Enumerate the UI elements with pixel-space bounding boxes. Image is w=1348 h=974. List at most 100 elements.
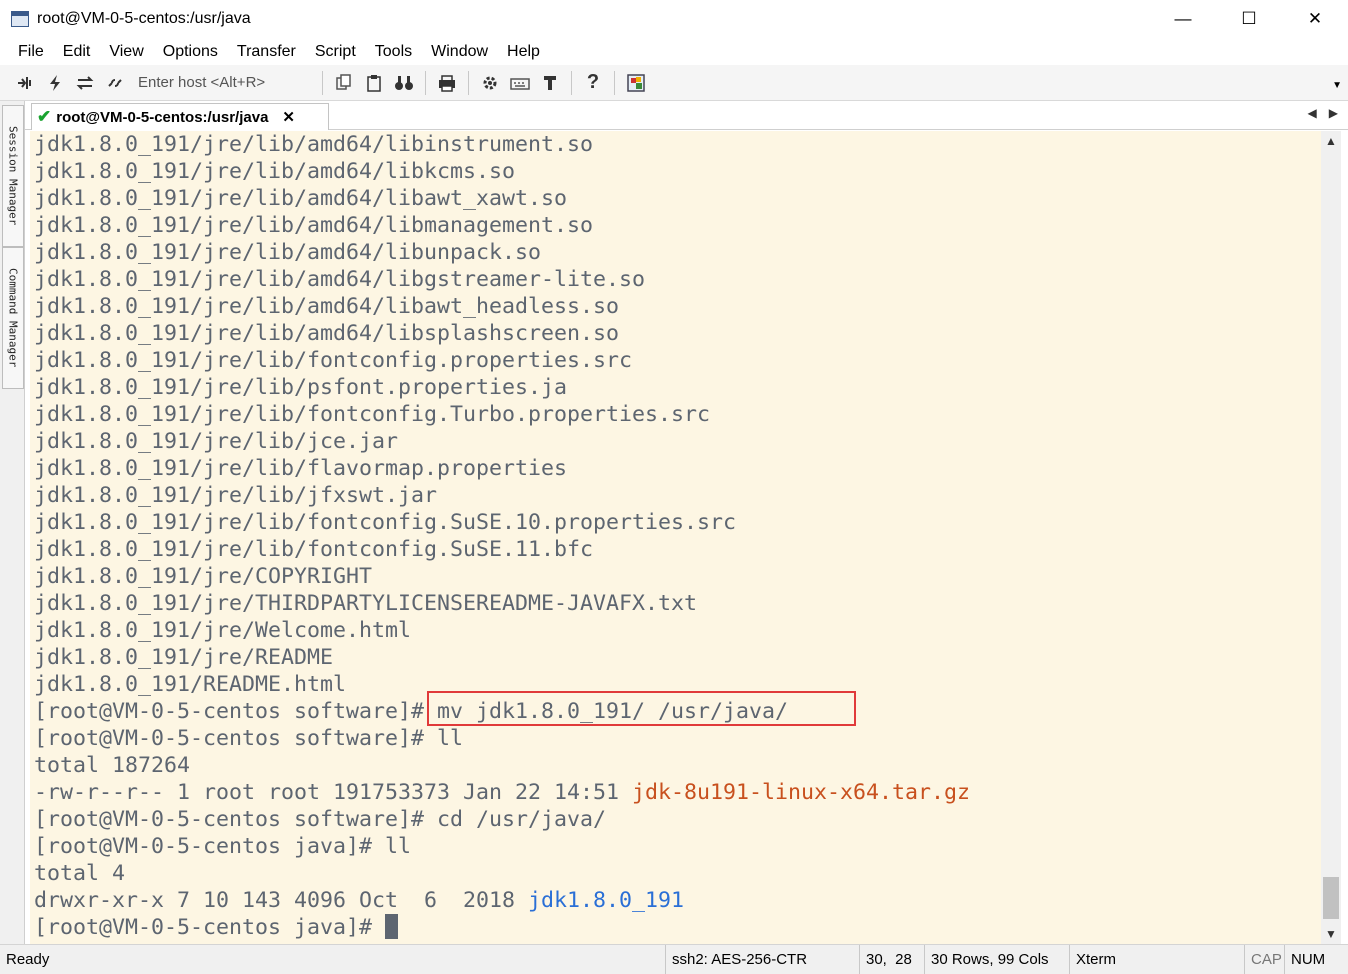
terminal-line: [root@VM-0-5-centos software]# cd /usr/j… [34,807,607,832]
terminal-prompt-line: [root@VM-0-5-centos java]# [30,914,1321,941]
screenshot-icon[interactable] [625,72,647,94]
window-title: root@VM-0-5-centos:/usr/java [37,10,251,27]
status-cap: CAP [1244,945,1284,974]
terminal-line: -rw-r--r-- 1 root root 191753373 Jan 22 … [30,779,1321,806]
terminal-line: total 187264 [34,753,191,778]
quick-connect-icon[interactable] [44,72,66,94]
scroll-down-icon[interactable]: ▼ [1321,924,1341,944]
menu-tools[interactable]: Tools [364,43,420,61]
window-controls: — ☐ ✕ [1150,0,1348,38]
terminal-line: jdk1.8.0_191/jre/lib/amd64/libmanagement… [34,213,594,238]
paste-icon[interactable] [363,72,385,94]
settings-icon[interactable] [479,72,501,94]
toolbar-separator [322,70,323,95]
terminal-line: jdk1.8.0_191/jre/THIRDPARTYLICENSEREADME… [34,591,698,616]
status-num-text: NUM [1291,951,1326,968]
menu-options[interactable]: Options [152,43,226,61]
terminal-line: total 4 [34,861,126,886]
terminal-line: jdk1.8.0_191/jre/lib/fontconfig.Turbo.pr… [34,402,711,427]
terminal-line: jdk1.8.0_191/jre/lib/fontconfig.SuSE.11.… [34,537,594,562]
terminal-line: [root@VM-0-5-centos java]# ll [34,834,412,859]
find-icon[interactable] [393,72,415,94]
text-cursor [385,914,399,939]
terminal-line: jdk1.8.0_191/jre/README [34,645,334,670]
session-manager-label: Session Manager [6,126,20,226]
close-button[interactable]: ✕ [1282,0,1348,38]
keymap-icon[interactable] [509,72,531,94]
command-highlight-box [427,691,856,726]
status-position: 30, 28 [859,945,924,974]
vertical-scrollbar[interactable]: ▲ ▼ [1321,131,1341,944]
terminal-line: jdk1.8.0_191/jre/lib/amd64/libunpack.so [34,240,542,265]
status-ready-text: Ready [6,951,50,968]
ls-entry-meta: drwxr-xr-x 7 10 143 4096 Oct 6 2018 [34,888,529,913]
status-cipher: ssh2: AES-256-CTR [665,945,859,974]
session-manager-tab[interactable]: Session Manager [2,105,24,247]
host-input[interactable] [130,69,310,96]
connected-check-icon: ✔ [37,107,52,126]
status-num: NUM [1284,945,1348,974]
toolbar-separator [425,70,426,95]
directory-name: jdk1.8.0_191 [528,888,685,913]
reconnect-icon[interactable] [74,72,96,94]
terminal-line: jdk1.8.0_191/jre/lib/flavormap.propertie… [34,456,568,481]
command-manager-label: Command Manager [6,268,20,368]
menu-transfer[interactable]: Transfer [226,43,304,61]
terminal-line: jdk1.8.0_191/jre/lib/amd64/libgstreamer-… [34,267,646,292]
terminal-line: jdk1.8.0_191/jre/lib/jce.jar [34,429,399,454]
terminal-line: jdk1.8.0_191/jre/lib/amd64/libawt_headle… [34,294,620,319]
terminal-line: jdk1.8.0_191/jre/lib/amd64/libinstrument… [34,132,594,157]
copy-icon[interactable] [333,72,355,94]
menu-file[interactable]: File [0,43,52,61]
scroll-up-icon[interactable]: ▲ [1321,131,1341,151]
shell-prompt: [root@VM-0-5-centos java]# [34,915,386,940]
tab-scroll-left-icon[interactable]: ◀ [1308,106,1317,120]
status-size: 30 Rows, 99 Cols [924,945,1069,974]
status-ready: Ready [0,945,665,974]
terminal-line: jdk1.8.0_191/jre/Welcome.html [34,618,412,643]
menu-view[interactable]: View [98,43,151,61]
title-bar: root@VM-0-5-centos:/usr/java — ☐ ✕ [0,0,1348,38]
toolbar-separator [571,70,572,95]
status-emulation-text: Xterm [1076,951,1117,968]
ls-entry-meta: -rw-r--r-- 1 root root 191753373 Jan 22 … [34,780,633,805]
terminal-line: jdk1.8.0_191/jre/lib/amd64/libkcms.so [34,159,516,184]
terminal-line: jdk1.8.0_191/jre/lib/fontconfig.properti… [34,348,633,373]
tab-close-icon[interactable]: ✕ [282,108,295,126]
terminal-line: jdk1.8.0_191/jre/lib/fontconfig.SuSE.10.… [34,510,737,535]
session-tab[interactable]: ✔ root@VM-0-5-centos:/usr/java ✕ [31,103,329,130]
menu-script[interactable]: Script [304,43,364,61]
terminal-line: [root@VM-0-5-centos software]# ll [34,726,464,751]
terminal-output[interactable]: jdk1.8.0_191/jre/lib/amd64/libinstrument… [30,131,1321,944]
status-position-text: 30, 28 [866,951,912,968]
tab-scroll-right-icon[interactable]: ▶ [1329,106,1338,120]
archive-filename: jdk-8u191-linux-x64.tar.gz [632,780,971,805]
connect-icon[interactable] [14,72,36,94]
status-emulation: Xterm [1069,945,1244,974]
menu-bar: File Edit View Options Transfer Script T… [0,38,1348,65]
tab-nav: ◀ ▶ [1308,106,1338,120]
tab-bar: ✔ root@VM-0-5-centos:/usr/java ✕ ◀ ▶ [25,101,1348,130]
menu-window[interactable]: Window [420,43,496,61]
toolbar-dropdown-icon[interactable]: ▼ [1332,80,1342,91]
terminal-line: jdk1.8.0_191/jre/lib/amd64/libsplashscre… [34,321,620,346]
status-bar: Ready ssh2: AES-256-CTR 30, 28 30 Rows, … [0,944,1348,974]
print-icon[interactable] [436,72,458,94]
terminal-line: jdk1.8.0_191/jre/lib/psfont.properties.j… [34,375,568,400]
sftp-icon[interactable] [539,72,561,94]
scroll-thumb[interactable] [1323,877,1339,919]
maximize-button[interactable]: ☐ [1216,0,1282,38]
terminal-line: jdk1.8.0_191/jre/COPYRIGHT [34,564,373,589]
disconnect-icon[interactable] [104,72,126,94]
status-cipher-text: ssh2: AES-256-CTR [672,951,808,968]
command-manager-tab[interactable]: Command Manager [2,247,24,389]
help-icon[interactable]: ? [582,71,604,94]
minimize-button[interactable]: — [1150,0,1216,38]
status-cap-text: CAP [1251,951,1282,968]
status-size-text: 30 Rows, 99 Cols [931,951,1049,968]
toolbar: ? ▼ [0,65,1348,101]
side-panel: Session Manager Command Manager [0,101,25,944]
menu-edit[interactable]: Edit [52,43,99,61]
menu-help[interactable]: Help [496,43,548,61]
toolbar-separator [614,70,615,95]
